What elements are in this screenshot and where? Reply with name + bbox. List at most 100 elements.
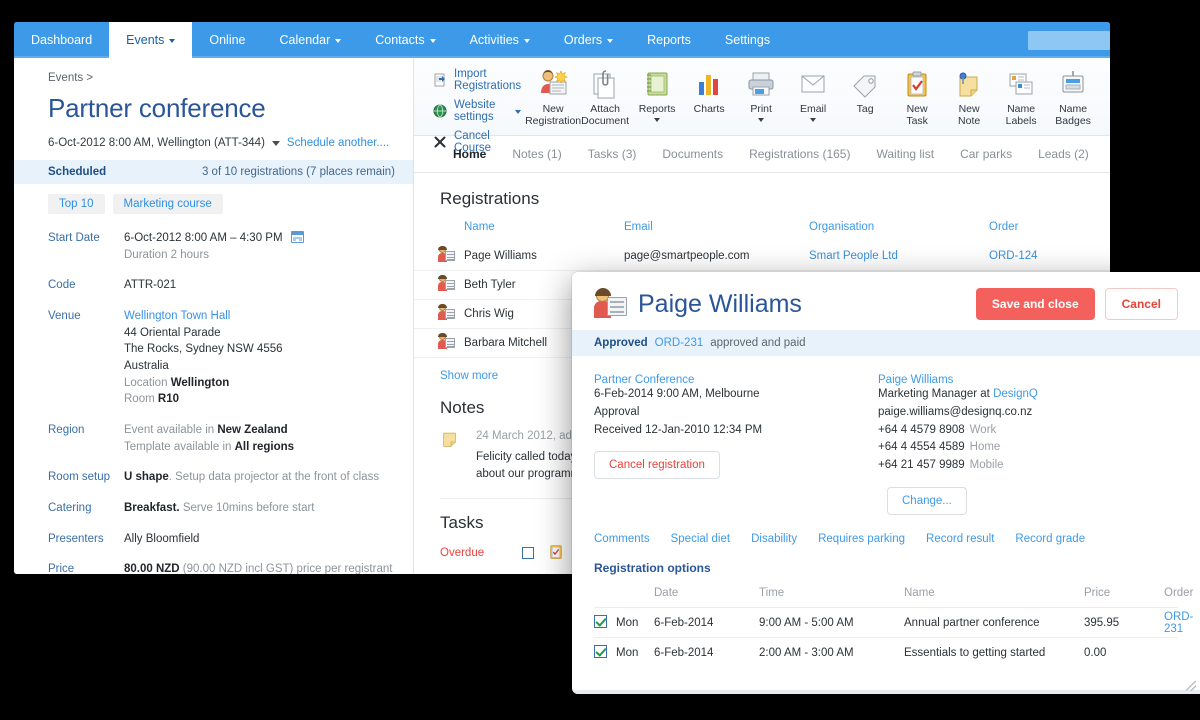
new-registration-button[interactable]: New Registration [525,66,581,127]
registration-name: Page Williams [464,250,537,262]
nav-item-reports[interactable]: Reports [630,22,708,58]
nav-label: Settings [724,33,771,47]
link-requires-parking[interactable]: Requires parking [818,533,905,545]
tag-button[interactable]: Tag [839,66,891,115]
field-start-date: Start Date 6-Oct-2012 8:00 AM – 4:30 PM … [48,230,395,263]
field-value: 6-Oct-2012 8:00 AM – 4:30 PM Duration 2 … [124,230,304,263]
room-label: Room [124,393,155,406]
dialog-bottom-edge [572,690,1200,694]
venue-name-link[interactable]: Wellington Town Hall [124,308,283,325]
chevron-down-icon [607,39,614,43]
registration-options-heading: Registration options [594,561,711,576]
tab-leads[interactable]: Leads (2) [1025,147,1102,161]
field-label: Venue [48,310,81,323]
tab-waiting-list[interactable]: Waiting list [863,147,947,161]
tab-communications[interactable]: Communications [1102,147,1110,161]
nav-item-contacts[interactable]: Contacts [358,22,452,58]
dialog-quick-links: Comments Special diet Disability Require… [572,515,1200,545]
tab-registrations[interactable]: Registrations (165) [736,147,863,161]
attach-document-button[interactable]: Attach Document [579,66,631,127]
tab-tasks[interactable]: Tasks (3) [575,147,650,161]
nav-item-events[interactable]: Events [109,22,193,58]
price-note: (90.00 NZD incl GST) price per registran… [179,563,393,574]
import-registrations-button[interactable]: Import Registrations [432,68,521,92]
print-button[interactable]: Print [735,66,787,123]
table-row[interactable]: Page Williams page@smartpeople.com Smart… [414,242,1110,271]
nav-item-orders[interactable]: Orders [547,22,630,58]
link-comments[interactable]: Comments [594,533,650,545]
option-checkbox[interactable] [594,614,607,628]
task-checkbox[interactable] [522,546,534,559]
contact-name-link[interactable]: Paige Williams [878,374,1178,386]
event-name-link[interactable]: Partner Conference [594,374,878,386]
tag-top-10[interactable]: Top 10 [48,194,105,214]
tab-notes[interactable]: Notes (1) [499,147,574,161]
nav-item-settings[interactable]: Settings [708,22,787,58]
region-template-prefix: Template available in [124,440,235,453]
column-header-organisation[interactable]: Organisation [809,221,989,233]
link-record-grade[interactable]: Record grade [1015,533,1085,545]
link-record-result[interactable]: Record result [926,533,994,545]
charts-button[interactable]: Charts [683,66,735,115]
tag-icon [850,67,880,101]
link-disability[interactable]: Disability [751,533,797,545]
resize-grip[interactable] [1186,681,1196,691]
name-badges-button[interactable]: Name Badges [1047,66,1099,127]
nav-label: Activities [469,33,519,47]
column-header-order[interactable]: Order [989,221,1110,233]
website-settings-button[interactable]: Website settings [432,99,522,123]
field-catering: Catering Breakfast. Serve 10mins before … [48,500,395,517]
column-header-name[interactable]: Name [464,221,624,233]
new-button[interactable]: New [1099,66,1110,122]
calendar-icon[interactable] [290,231,304,243]
tab-car-parks[interactable]: Car parks [947,147,1025,161]
option-checkbox[interactable] [594,644,607,658]
cancel-registration-button[interactable]: Cancel registration [594,451,720,480]
venue-value: Wellington Town Hall 44 Oriental Parade … [124,308,283,408]
charts-icon [694,67,724,101]
reports-button[interactable]: Reports [631,66,683,123]
link-special-diet[interactable]: Special diet [671,533,730,545]
ribbon-button-label: Tag [856,103,874,115]
reports-icon [642,67,672,101]
column-header-email[interactable]: Email [624,221,809,233]
nav-label: Dashboard [31,33,93,47]
phone-type: Work [969,423,997,436]
start-date-value: 6-Oct-2012 8:00 AM – 4:30 PM [124,232,283,244]
option-row[interactable]: Mon 6-Feb-2014 2:00 AM - 3:00 AM Essenti… [594,637,1178,667]
tag-marketing-course[interactable]: Marketing course [112,194,223,214]
field-price: Price 80.00 NZD (90.00 NZD incl GST) pri… [48,561,395,574]
new-task-button[interactable]: New Task [891,66,943,127]
approval-order-link[interactable]: ORD-231 [655,337,704,349]
option-row[interactable]: Mon 6-Feb-2014 9:00 AM - 5:00 AM Annual … [594,607,1193,637]
cancel-button[interactable]: Cancel [1104,288,1178,320]
registration-org[interactable]: Smart People Ltd [809,250,989,262]
option-order-link[interactable]: ORD-231 [1164,611,1193,635]
avatar [594,288,628,319]
global-search-input[interactable] [1028,30,1110,50]
chevron-down-icon[interactable] [271,140,280,146]
breadcrumb[interactable]: Events > [48,72,395,84]
tab-home[interactable]: Home [440,147,499,161]
new-note-button[interactable]: New Note [943,66,995,127]
ribbon-button-group: New Registration Attach Document Reports… [521,66,1110,127]
schedule-another-link[interactable]: Schedule another.... [287,137,389,149]
field-label: Code [48,279,76,292]
registration-order[interactable]: ORD-124 [989,250,1110,262]
status-badge: Scheduled 3 of 10 registrations (7 place… [14,160,413,184]
nav-item-dashboard[interactable]: Dashboard [14,22,109,58]
save-and-close-button[interactable]: Save and close [975,288,1095,320]
nav-item-activities[interactable]: Activities [453,22,547,58]
nav-item-calendar[interactable]: Calendar [263,22,359,58]
email-button[interactable]: Email [787,66,839,123]
phone-number: +64 4 4554 4589 [878,441,965,454]
presenter-link[interactable]: Ally Bloomfield [124,531,199,548]
change-contact-button[interactable]: Change... [887,487,967,516]
tab-documents[interactable]: Documents [649,147,736,161]
contact-company-link[interactable]: DesignQ [993,388,1038,400]
name-labels-button[interactable]: Name Labels [995,66,1047,127]
nav-item-online[interactable]: Online [192,22,262,58]
note-icon [440,428,462,484]
location-label: Location [124,376,168,389]
